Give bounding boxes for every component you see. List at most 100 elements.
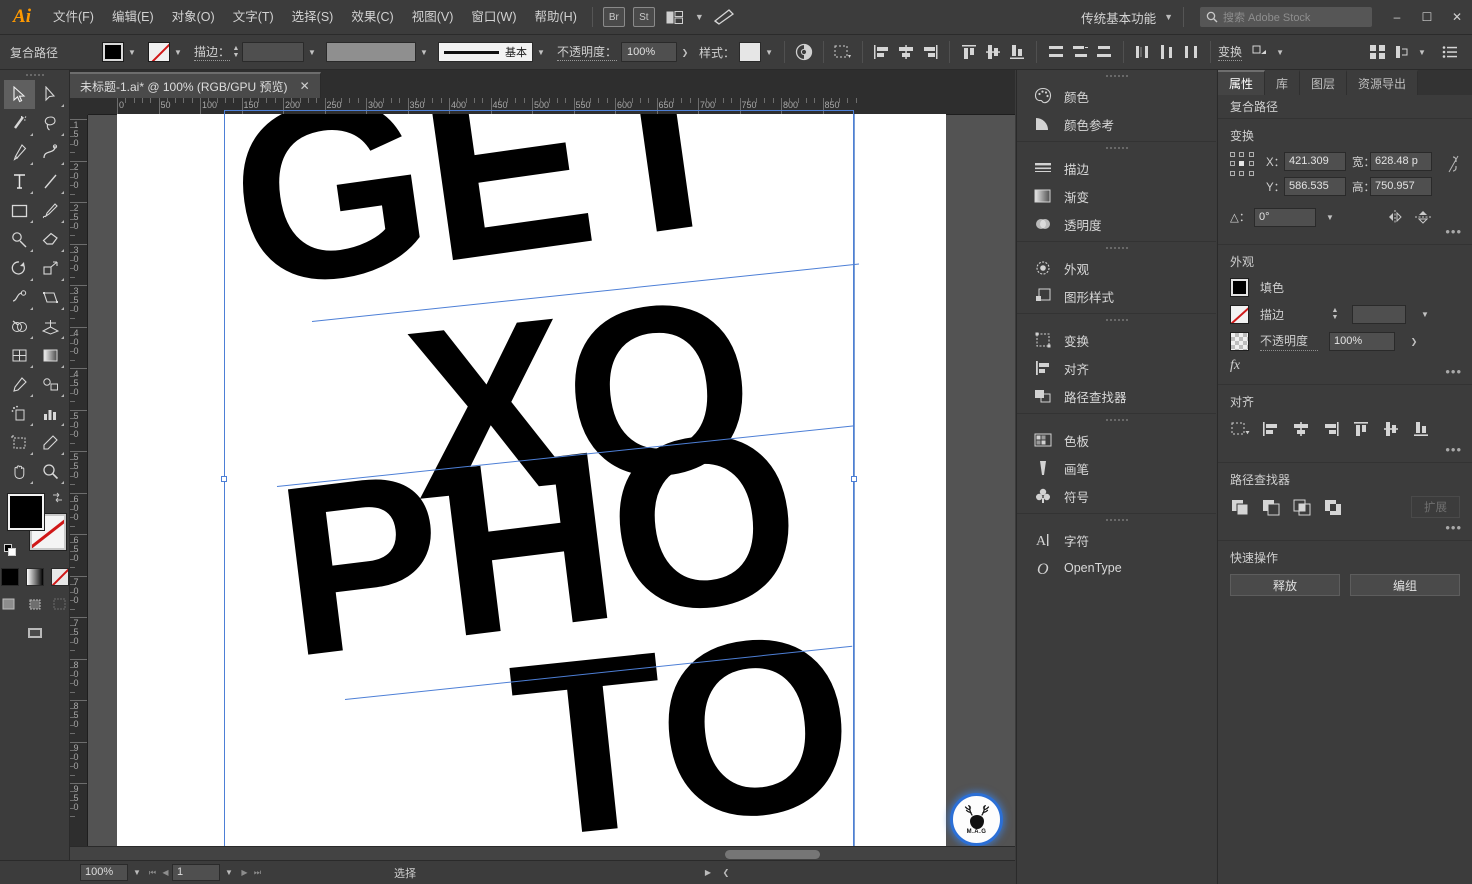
align-top-button[interactable]: [1350, 418, 1372, 440]
arrange-order-icon[interactable]: [1390, 40, 1414, 64]
artwork-compound-path[interactable]: GET XO PHO TO: [117, 114, 946, 858]
width-tool[interactable]: [4, 283, 35, 312]
next-artboard-button[interactable]: ▶: [238, 864, 251, 881]
fill-color-swatch[interactable]: [102, 42, 124, 62]
dock-item-character[interactable]: A 字符: [1017, 526, 1216, 554]
constrain-proportions-icon[interactable]: [1446, 152, 1460, 176]
dock-handle-5[interactable]: [1017, 414, 1216, 426]
ref-point-bc[interactable]: [1239, 171, 1244, 176]
gradient-tool[interactable]: [35, 341, 66, 370]
canvas-horizontal-scrollbar[interactable]: [70, 846, 1015, 860]
align-horizontal-center-button[interactable]: [1290, 418, 1312, 440]
type-tool[interactable]: [4, 167, 35, 196]
stroke-weight-chevron-down-icon[interactable]: ▼: [304, 42, 320, 62]
horizontal-ruler[interactable]: 0501001502002503003504004505005506006507…: [88, 98, 1015, 115]
ref-point-bl[interactable]: [1230, 171, 1235, 176]
color-gradient-button[interactable]: [26, 568, 44, 586]
dock-item-graphic-styles[interactable]: 图形样式: [1017, 282, 1216, 310]
eyedropper-tool[interactable]: [4, 370, 35, 399]
tab-layers[interactable]: 图层: [1300, 70, 1347, 95]
angle-input[interactable]: 0°: [1254, 208, 1316, 227]
pathfinder-expand-button[interactable]: 扩展: [1411, 496, 1460, 518]
status-menu-icon[interactable]: ❮: [717, 864, 735, 881]
y-input[interactable]: 586.535: [1284, 177, 1346, 196]
eraser-tool[interactable]: [35, 225, 66, 254]
align-horizontal-center-icon[interactable]: [894, 40, 918, 64]
pen-tool[interactable]: [4, 138, 35, 167]
status-next-icon[interactable]: ▶: [699, 864, 717, 881]
scale-tool[interactable]: [35, 254, 66, 283]
stock-search-input[interactable]: 搜索 Adobe Stock: [1200, 7, 1372, 27]
stroke-style-chevron-down-icon[interactable]: ▼: [416, 42, 432, 62]
fill-chevron-down-icon[interactable]: ▼: [124, 42, 140, 62]
distribute-right-icon[interactable]: [1179, 40, 1203, 64]
ref-point-tl[interactable]: [1230, 152, 1235, 157]
transform-panel-icon[interactable]: [1248, 40, 1272, 64]
dock-item-pathfinder[interactable]: 路径查找器: [1017, 382, 1216, 410]
appearance-opacity-input[interactable]: 100%: [1329, 332, 1395, 351]
stock-button[interactable]: St: [633, 7, 655, 27]
appearance-fx-button[interactable]: fx: [1230, 358, 1460, 374]
canvas-horizontal-scroll-thumb[interactable]: [725, 850, 820, 859]
canvas-area[interactable]: 0501001502002503003504004505005506006507…: [70, 98, 1015, 860]
ref-point-center[interactable]: [1239, 161, 1244, 166]
distribute-bottom-icon[interactable]: [1092, 40, 1116, 64]
home-screen-icon[interactable]: [711, 6, 737, 28]
reference-point-selector[interactable]: [1230, 152, 1256, 178]
draw-behind-icon[interactable]: [25, 595, 44, 612]
transform-more-options[interactable]: •••: [1445, 224, 1462, 239]
menu-type[interactable]: 文字(T): [224, 0, 283, 35]
dock-item-brushes[interactable]: 画笔: [1017, 454, 1216, 482]
dock-item-appearance[interactable]: 外观: [1017, 254, 1216, 282]
zoom-chevron-down-icon[interactable]: ▼: [128, 864, 146, 881]
menu-object[interactable]: 对象(O): [163, 0, 224, 35]
rectangle-tool[interactable]: [4, 196, 35, 225]
dock-handle-4[interactable]: [1017, 314, 1216, 326]
previous-artboard-button[interactable]: ◀: [159, 864, 172, 881]
shape-builder-tool[interactable]: [4, 312, 35, 341]
draw-normal-icon[interactable]: [0, 595, 19, 612]
maximize-button[interactable]: ☐: [1412, 0, 1442, 35]
workspace-chevron-down-icon[interactable]: ▼: [1160, 12, 1177, 22]
magic-wand-tool[interactable]: [4, 109, 35, 138]
control-panel-menu-icon[interactable]: [1438, 40, 1462, 64]
dock-item-swatches[interactable]: 色板: [1017, 426, 1216, 454]
menu-edit[interactable]: 编辑(E): [103, 0, 163, 35]
column-graph-tool[interactable]: [35, 399, 66, 428]
pathfinder-exclude-button[interactable]: [1323, 496, 1345, 518]
zoom-tool[interactable]: [35, 457, 66, 486]
distribute-vertical-center-icon[interactable]: [1068, 40, 1092, 64]
menu-select[interactable]: 选择(S): [283, 0, 343, 35]
recolor-artwork-icon[interactable]: [792, 40, 816, 64]
flip-horizontal-icon[interactable]: [1384, 206, 1406, 228]
group-button[interactable]: 编组: [1350, 574, 1460, 596]
align-to-dropdown-icon[interactable]: [831, 40, 855, 64]
dock-item-transparency[interactable]: 透明度: [1017, 210, 1216, 238]
shaper-tool[interactable]: [4, 225, 35, 254]
menu-help[interactable]: 帮助(H): [526, 0, 586, 35]
dock-item-transform[interactable]: 变换: [1017, 326, 1216, 354]
dock-item-color[interactable]: 颜色: [1017, 82, 1216, 110]
default-fill-stroke-icon[interactable]: [4, 544, 18, 558]
menu-file[interactable]: 文件(F): [44, 0, 103, 35]
align-bottom-icon[interactable]: [1005, 40, 1029, 64]
pathfinder-more-options[interactable]: •••: [1445, 520, 1462, 535]
tab-properties[interactable]: 属性: [1218, 70, 1265, 95]
dock-handle-2[interactable]: [1017, 142, 1216, 154]
dock-item-symbols[interactable]: 符号: [1017, 482, 1216, 510]
opacity-chevron-icon[interactable]: ❯: [677, 42, 693, 62]
arrange-order-chevron-down-icon[interactable]: ▼: [1414, 42, 1430, 62]
selection-handle-right-middle[interactable]: [851, 476, 857, 482]
minimize-button[interactable]: –: [1382, 0, 1412, 35]
hand-tool[interactable]: [4, 457, 35, 486]
appearance-fill-swatch[interactable]: [1230, 278, 1249, 297]
ref-point-tc[interactable]: [1239, 152, 1244, 157]
align-left-icon[interactable]: [870, 40, 894, 64]
ref-point-tr[interactable]: [1249, 152, 1254, 157]
appearance-opacity-row[interactable]: 不透明度 100% ❯: [1230, 331, 1460, 351]
paintbrush-tool[interactable]: [35, 196, 66, 225]
opacity-label[interactable]: 不透明度：: [557, 43, 617, 61]
align-to-selection-icon[interactable]: [1230, 418, 1252, 440]
artboard[interactable]: GET XO PHO TO: [117, 114, 946, 858]
fill-color-indicator[interactable]: [8, 494, 44, 530]
